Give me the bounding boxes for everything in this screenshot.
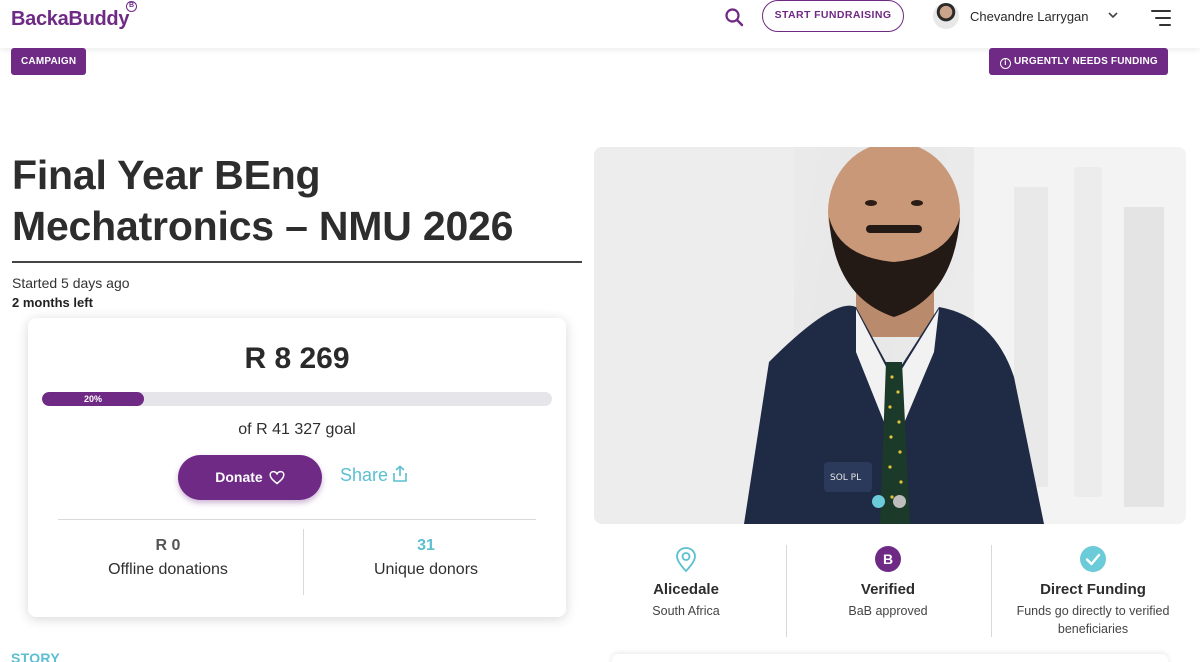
b-badge-letter: B bbox=[883, 551, 893, 567]
page-title-line2: Mechatronics – NMU 2026 bbox=[12, 203, 514, 249]
check-circle-icon bbox=[1079, 545, 1107, 573]
feature-divider bbox=[786, 545, 787, 637]
side-card bbox=[612, 654, 1168, 662]
feature-location: Alicedale South Africa bbox=[588, 545, 784, 637]
logo-badge: B bbox=[126, 1, 137, 12]
offline-donations-label: Offline donations bbox=[108, 561, 228, 578]
menu-icon[interactable] bbox=[1149, 9, 1171, 27]
svg-text:SOL PL: SOL PL bbox=[830, 473, 861, 483]
time-left-text: 2 months left bbox=[12, 295, 93, 310]
campaign-photo[interactable]: SOL PL bbox=[594, 147, 1186, 524]
avatar[interactable] bbox=[933, 3, 959, 29]
card-divider bbox=[58, 519, 536, 520]
search-icon[interactable] bbox=[723, 6, 745, 28]
amount-raised: R 8 269 bbox=[244, 342, 350, 375]
logo[interactable]: BackaBuddy bbox=[11, 8, 129, 31]
location-pin-icon bbox=[672, 545, 700, 573]
unique-donors-value: 31 bbox=[417, 537, 435, 554]
unique-donors-label: Unique donors bbox=[373, 561, 479, 578]
offline-donations-value: R 0 bbox=[155, 537, 181, 554]
b-badge-icon: B bbox=[874, 545, 902, 573]
page-title-line1: Final Year BEng bbox=[12, 152, 321, 198]
feature-direct-funding-title: Direct Funding bbox=[1040, 581, 1146, 598]
feature-location-subtitle: South Africa bbox=[652, 604, 720, 618]
feature-direct-funding: Direct Funding Funds go directly to veri… bbox=[995, 545, 1191, 637]
gallery-dot-2[interactable] bbox=[893, 495, 906, 508]
feature-divider bbox=[991, 545, 992, 637]
progress-bar-fill: 20% bbox=[42, 392, 144, 406]
feature-verified-title: Verified bbox=[860, 581, 916, 598]
gallery-dot-1[interactable] bbox=[872, 495, 885, 508]
progress-bar: 20% bbox=[42, 392, 552, 406]
urgent-funding-label: URGENTLY NEEDS FUNDING bbox=[1014, 56, 1158, 67]
story-heading: STORY bbox=[11, 650, 60, 662]
share-label: Share bbox=[340, 465, 389, 485]
start-fundraising-button[interactable]: START FUNDRAISING bbox=[762, 0, 904, 32]
campaign-tag: CAMPAIGN bbox=[11, 48, 87, 75]
feature-verified-subtitle: BaB approved bbox=[848, 604, 928, 618]
feature-location-title: Alicedale bbox=[653, 581, 719, 598]
feature-direct-funding-subtitle: Funds go directly to verified beneficiar… bbox=[1016, 604, 1170, 636]
chevron-down-icon[interactable] bbox=[1106, 8, 1120, 22]
page-title: Final Year BEng Mechatronics – NMU 2026 bbox=[12, 150, 582, 252]
goal-text: of R 41 327 goal bbox=[238, 421, 356, 438]
donation-card: R 8 269 20% of R 41 327 goal Donate Shar… bbox=[28, 318, 566, 617]
user-name[interactable]: Chevandre Larrygan bbox=[970, 9, 1089, 24]
donate-button[interactable]: Donate bbox=[178, 455, 322, 500]
feature-verified: B Verified BaB approved bbox=[790, 545, 986, 637]
share-button[interactable]: Share bbox=[340, 465, 408, 486]
info-icon: i bbox=[1000, 58, 1011, 69]
urgent-funding-tag: i URGENTLY NEEDS FUNDING bbox=[989, 48, 1168, 75]
top-navbar: BackaBuddy B START FUNDRAISING Chevandre… bbox=[0, 0, 1200, 48]
donate-label: Donate bbox=[215, 469, 263, 485]
title-divider bbox=[12, 261, 582, 263]
heart-icon bbox=[269, 470, 285, 485]
share-icon bbox=[393, 465, 407, 482]
started-text: Started 5 days ago bbox=[12, 275, 130, 291]
